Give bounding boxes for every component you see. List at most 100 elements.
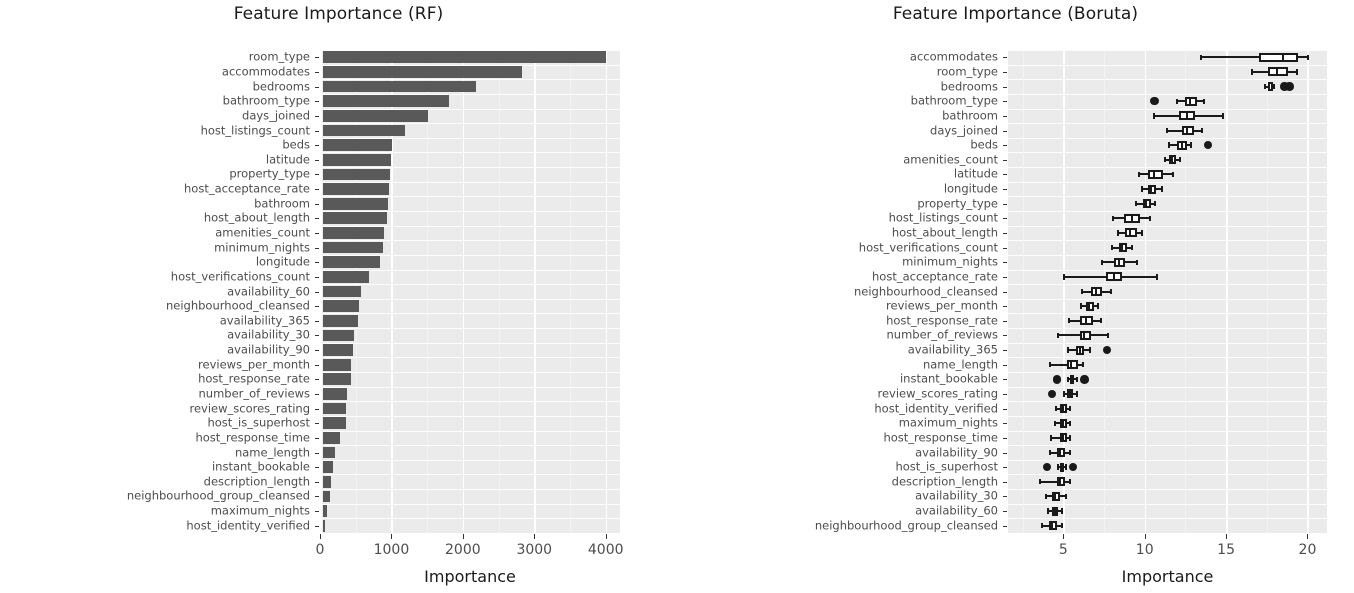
x-axis-tick-mark: [1226, 534, 1228, 539]
boxplot-whisker-cap: [1141, 186, 1144, 192]
grid-line-major: [320, 50, 322, 533]
boxplot-whisker-cap: [1069, 449, 1072, 456]
y-axis-tick-label: amenities_count: [903, 152, 998, 167]
grid-line-major: [605, 50, 608, 533]
boxplot-whisker-cap: [1165, 127, 1168, 134]
y-axis-tick-label: bedrooms: [940, 78, 998, 93]
y-axis-tick-mark: [1003, 291, 1007, 293]
y-axis-tick-mark: [1003, 159, 1007, 161]
grid-row-line: [320, 474, 620, 476]
boxplot-whisker-cap: [1069, 479, 1072, 485]
y-axis-tick-mark: [315, 174, 319, 176]
y-axis-tick-mark: [1003, 481, 1007, 483]
bar: [323, 256, 380, 269]
y-axis-tick-mark: [315, 335, 319, 337]
y-axis-tick-label: host_listings_count: [888, 210, 998, 225]
boxplot-median: [1181, 140, 1184, 150]
bar: [323, 388, 348, 400]
boxplot-whisker-cap: [1100, 259, 1103, 265]
y-axis-tick-label: neighbourhood_group_cleansed: [126, 488, 310, 503]
boxplot-whisker-cap: [1154, 200, 1157, 207]
boxplot-whisker-cap: [1172, 171, 1174, 178]
y-axis-tick-label: host_response_time: [195, 430, 310, 445]
boxplot-median: [1070, 374, 1073, 384]
boxplot-whisker: [1038, 480, 1072, 483]
boxplot-median: [1129, 228, 1132, 238]
y-axis-tick-mark: [315, 481, 319, 483]
y-axis-tick-label: minimum_nights: [902, 254, 998, 269]
boxplot-median: [1171, 155, 1174, 165]
grid-row-line: [1008, 196, 1327, 198]
boxplot-whisker-cap: [1064, 464, 1067, 470]
x-axis-tick-label: 10: [1135, 542, 1154, 558]
boxplot-outlier-point: [1285, 82, 1294, 91]
boxplot-whisker-cap: [1056, 464, 1059, 470]
boxplot-whisker-cap: [1202, 98, 1205, 104]
boxplot-outlier-point: [1068, 462, 1078, 472]
rf-chart-title: Feature Importance (RF): [233, 4, 444, 24]
grid-row-line: [1008, 459, 1327, 461]
boxplot-median: [1130, 213, 1133, 223]
grid-row-line: [1008, 401, 1327, 403]
grid-line-major: [391, 50, 394, 533]
grid-row-line: [1008, 123, 1327, 125]
boxplot-whisker-cap: [1138, 171, 1141, 178]
grid-row-line: [1008, 181, 1327, 183]
y-axis-tick-mark: [315, 320, 319, 322]
grid-row-line: [1008, 342, 1327, 344]
bar: [323, 329, 354, 342]
y-axis-tick-mark: [1003, 350, 1007, 352]
boxplot-whisker-cap: [1081, 288, 1084, 295]
y-axis-tick-label: host_verifications_count: [858, 239, 998, 254]
y-axis-tick-label: reviews_per_month: [886, 298, 998, 313]
y-axis-tick-label: description_length: [203, 474, 310, 489]
boxplot-median: [1150, 184, 1153, 194]
grid-row-line: [1008, 79, 1327, 81]
y-axis-tick-label: host_about_length: [203, 210, 310, 225]
boxplot-whisker-cap: [1069, 405, 1072, 412]
figure-canvas: Feature Importance (RF) room_type accommo…: [0, 0, 1354, 593]
y-axis-tick-mark: [315, 306, 319, 308]
y-axis-tick-mark: [315, 452, 319, 454]
x-axis-tick-label: 2000: [445, 542, 481, 558]
bar: [323, 124, 405, 137]
bar: [323, 417, 346, 430]
y-axis-tick-mark: [1003, 320, 1007, 322]
grid-row-line: [1008, 533, 1327, 534]
boxplot-whisker-cap: [1075, 376, 1078, 383]
boxplot-median: [1275, 67, 1278, 77]
bar: [323, 197, 388, 210]
boxplot-median: [1094, 286, 1097, 297]
boxplot-whisker-cap: [1167, 142, 1170, 148]
y-axis-tick-label: days_joined: [242, 108, 310, 123]
y-axis-tick-label: availability_30: [227, 327, 310, 342]
y-axis-tick-mark: [1003, 423, 1007, 425]
y-axis-tick-mark: [315, 115, 319, 117]
y-axis-tick-label: neighbourhood_cleansed: [165, 298, 310, 313]
grid-row-line: [1008, 254, 1327, 256]
y-axis-tick-mark: [1003, 467, 1007, 469]
grid-line-major: [1307, 50, 1310, 533]
grid-row-line: [1008, 474, 1327, 476]
boxplot-median: [1078, 345, 1081, 355]
boxplot-median: [1145, 199, 1148, 209]
grid-row-line: [1008, 93, 1327, 95]
y-axis-tick-label: room_type: [936, 64, 998, 79]
y-axis-tick-label: bathroom: [942, 108, 998, 123]
y-axis-tick-mark: [315, 379, 319, 381]
y-axis-tick-mark: [315, 364, 319, 366]
y-axis-tick-label: review_scores_rating: [189, 400, 311, 415]
y-axis-tick-label: longitude: [255, 254, 310, 269]
y-axis-tick-label: availability_30: [915, 488, 998, 503]
x-axis-tick-mark: [1063, 534, 1065, 539]
y-axis-tick-mark: [315, 276, 319, 278]
bar: [323, 461, 333, 473]
bar: [323, 139, 393, 151]
boxplot-whisker-cap: [1038, 479, 1041, 485]
bar: [323, 110, 428, 122]
y-axis-tick-label: availability_90: [227, 342, 310, 357]
boxplot-whisker-cap: [1155, 274, 1158, 280]
y-axis-tick-mark: [1003, 218, 1007, 220]
boxplot-whisker-cap: [1075, 391, 1078, 397]
y-axis-tick-label: description_length: [891, 474, 998, 489]
